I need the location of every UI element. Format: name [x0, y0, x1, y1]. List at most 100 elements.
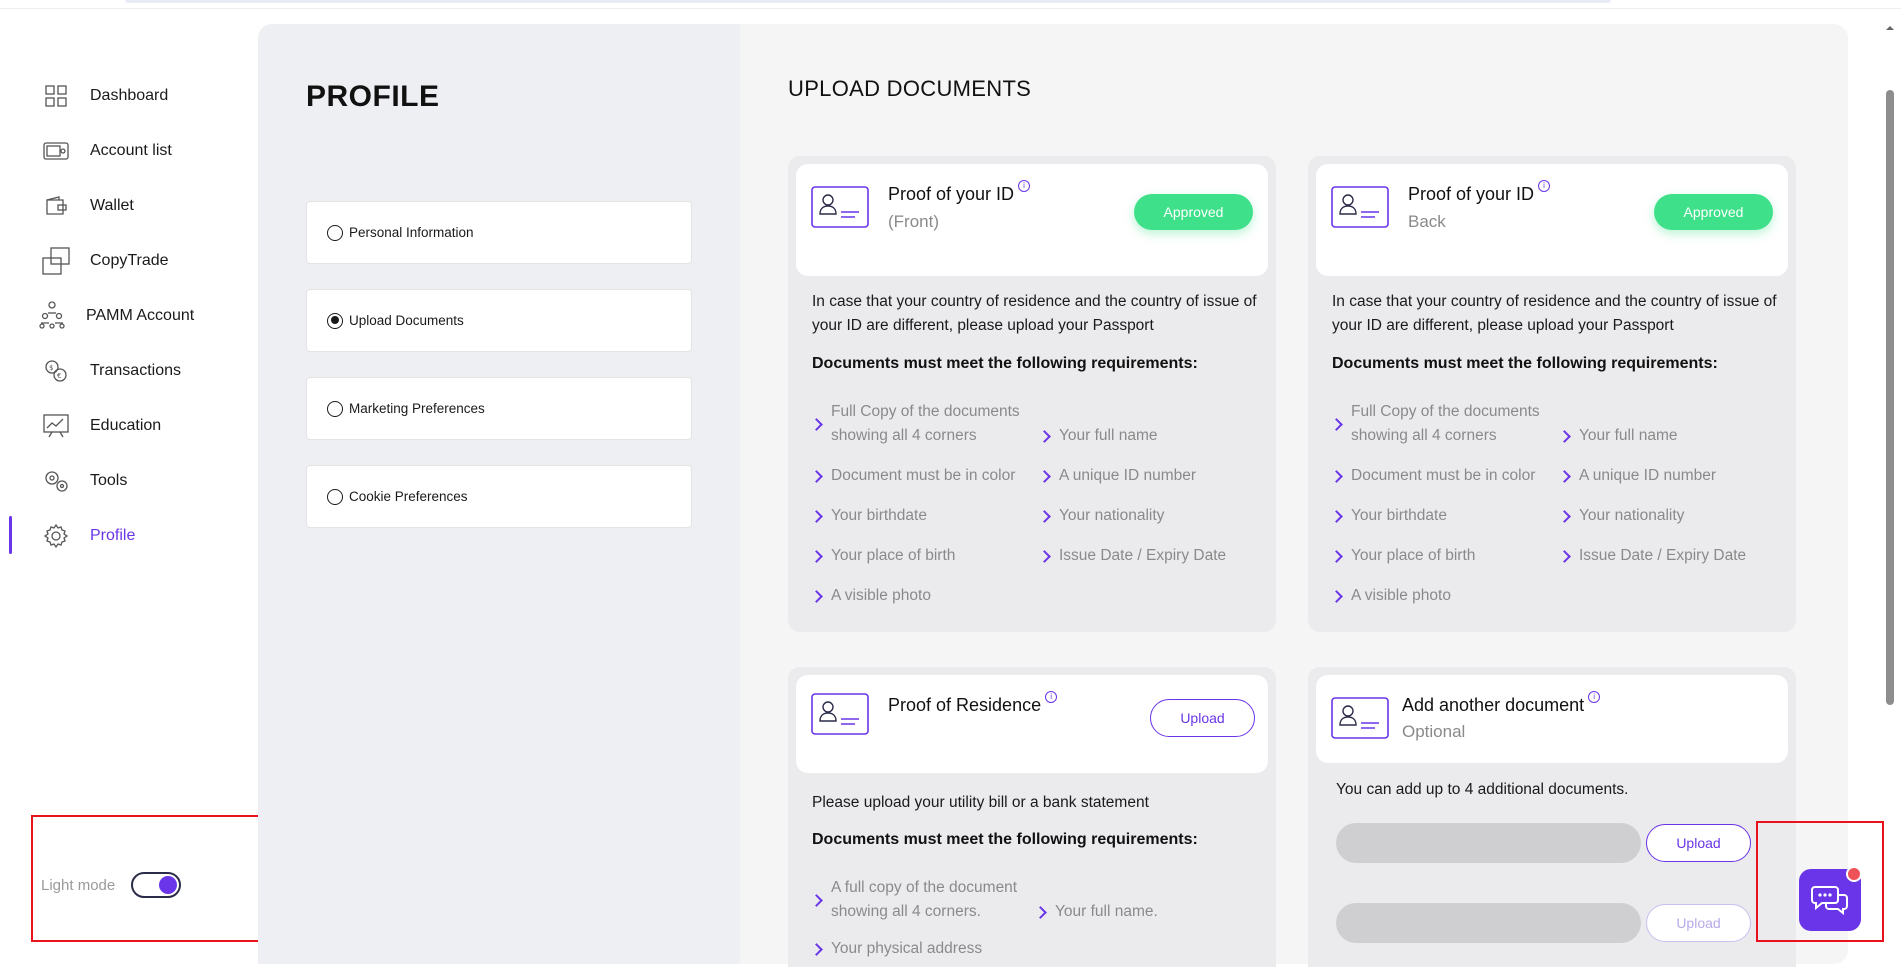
doc-card-id-front: Proof of your ID i (Front) Approved In ca… — [788, 156, 1276, 632]
chevron-right-icon — [1330, 469, 1343, 483]
doc-subtitle: Back — [1408, 212, 1446, 231]
doc-title: Proof of your ID i — [888, 180, 1031, 205]
doc-title-text: Add another document — [1402, 695, 1585, 715]
doc-title: Proof of Residence i — [888, 691, 1058, 716]
requirement-item: A full copy of the document showing all … — [810, 876, 1027, 924]
requirement-text: Full Copy of the documents showing all 4… — [831, 403, 1020, 444]
info-icon[interactable]: i — [1045, 691, 1058, 703]
chevron-right-icon — [810, 549, 823, 563]
chevron-right-icon — [1558, 549, 1571, 563]
chevron-right-icon — [810, 942, 823, 956]
requirement-item: Your nationality — [1038, 504, 1165, 528]
requirements-heading: Documents must meet the following requir… — [812, 355, 1198, 372]
chevron-right-icon — [1558, 469, 1571, 483]
doc-subtitle: Optional — [1402, 722, 1466, 741]
wallet-icon — [41, 191, 71, 221]
sidebar-item-transactions[interactable]: $ € Transactions — [41, 351, 181, 391]
chevron-right-icon — [1038, 429, 1051, 443]
chevron-right-icon — [810, 469, 823, 483]
top-header-strip — [125, 0, 1611, 3]
requirement-item: Your place of birth — [810, 544, 955, 568]
requirement-item: A visible photo — [1330, 584, 1451, 608]
upload-button-additional-2[interactable]: Upload — [1646, 904, 1751, 942]
doc-header: Proof of your ID i Back Approved — [1316, 164, 1788, 276]
requirement-item: Your full name — [1558, 424, 1678, 448]
info-icon[interactable]: i — [1588, 691, 1601, 703]
requirement-text: Your birthdate — [1351, 507, 1447, 524]
doc-title-text: Proof of your ID — [888, 184, 1015, 204]
sidebar-item-profile[interactable]: Profile — [41, 516, 135, 556]
chevron-right-icon — [1038, 469, 1051, 483]
requirement-text: A full copy of the document showing all … — [831, 879, 1018, 920]
sidebar-item-copytrade[interactable]: CopyTrade — [41, 241, 169, 281]
chevron-right-icon — [1330, 509, 1343, 523]
doc-title-text: Proof of your ID — [1408, 184, 1535, 204]
requirement-text: A visible photo — [1351, 587, 1451, 604]
requirement-item: Issue Date / Expiry Date — [1558, 544, 1747, 568]
menu-label: Upload Documents — [349, 313, 464, 328]
id-card-icon — [1331, 186, 1389, 228]
active-indicator — [9, 516, 12, 554]
menu-marketing-preferences[interactable]: Marketing Preferences — [306, 377, 692, 440]
status-badge-approved: Approved — [1134, 194, 1253, 230]
requirement-item: Full Copy of the documents showing all 4… — [1330, 400, 1547, 448]
requirement-text: Document must be in color — [1351, 467, 1536, 484]
scroll-up-arrow-icon[interactable] — [1884, 22, 1896, 34]
sidebar-item-account-list[interactable]: Account list — [41, 131, 172, 171]
chevron-right-icon — [1558, 509, 1571, 523]
menu-cookie-preferences[interactable]: Cookie Preferences — [306, 465, 692, 528]
sidebar-item-label: Education — [90, 417, 162, 434]
requirement-text: Your birthdate — [831, 507, 927, 524]
svg-text:€: € — [57, 372, 61, 380]
sidebar-item-label: Dashboard — [90, 87, 169, 104]
radio-icon — [327, 224, 343, 241]
sidebar-item-label: Transactions — [90, 362, 181, 379]
transactions-icon: $ € — [41, 356, 71, 386]
menu-label: Personal Information — [349, 225, 474, 240]
scrollbar-thumb[interactable] — [1886, 90, 1894, 705]
requirement-text: Your physical address — [831, 940, 983, 957]
sidebar-item-education[interactable]: Education — [41, 406, 161, 446]
file-placeholder — [1336, 823, 1641, 863]
profile-gear-icon — [41, 521, 71, 551]
sidebar: Dashboard Account list Wallet CopyTrade … — [0, 0, 258, 952]
requirements-heading: Documents must meet the following requir… — [812, 831, 1198, 848]
page-title: PROFILE — [306, 80, 440, 113]
menu-personal-information[interactable]: Personal Information — [306, 201, 692, 264]
notification-dot — [1846, 866, 1862, 882]
sidebar-item-tools[interactable]: Tools — [41, 461, 127, 501]
requirement-item: Issue Date / Expiry Date — [1038, 544, 1226, 568]
doc-description: In case that your country of residence a… — [1332, 293, 1777, 334]
file-placeholder — [1336, 903, 1641, 943]
info-icon[interactable]: i — [1538, 180, 1551, 192]
requirement-item: A unique ID number — [1038, 464, 1196, 488]
requirement-item: Your full name — [1038, 424, 1158, 448]
requirement-item: Your nationality — [1558, 504, 1684, 528]
menu-upload-documents[interactable]: Upload Documents — [306, 289, 692, 352]
menu-label: Cookie Preferences — [349, 489, 468, 504]
requirement-text: Issue Date / Expiry Date — [1579, 547, 1747, 564]
radio-icon — [327, 488, 343, 505]
chevron-right-icon — [1558, 429, 1571, 443]
requirements-heading: Documents must meet the following requir… — [1332, 355, 1718, 372]
copytrade-icon — [41, 246, 71, 276]
info-icon[interactable]: i — [1018, 180, 1031, 192]
sidebar-item-dashboard[interactable]: Dashboard — [41, 76, 168, 116]
sidebar-item-label: Profile — [90, 527, 136, 544]
requirement-text: Your nationality — [1059, 507, 1165, 524]
doc-title-text: Proof of Residence — [888, 695, 1042, 715]
sidebar-item-label: Tools — [90, 472, 128, 489]
dashboard-icon — [41, 81, 71, 111]
sidebar-item-wallet[interactable]: Wallet — [41, 186, 134, 226]
light-mode-toggle[interactable] — [131, 872, 182, 898]
chevron-right-icon — [810, 509, 823, 523]
light-mode-control: Light mode — [41, 872, 182, 898]
requirement-item: Document must be in color — [810, 464, 1015, 488]
requirement-item: Your place of birth — [1330, 544, 1475, 568]
status-badge-approved: Approved — [1654, 194, 1773, 230]
upload-button-residence[interactable]: Upload — [1150, 699, 1255, 737]
upload-button-additional-1[interactable]: Upload — [1646, 824, 1751, 862]
doc-title: Proof of your ID i — [1408, 180, 1551, 205]
sidebar-item-pamm[interactable]: PAMM Account — [37, 296, 194, 336]
radio-icon — [327, 400, 343, 417]
